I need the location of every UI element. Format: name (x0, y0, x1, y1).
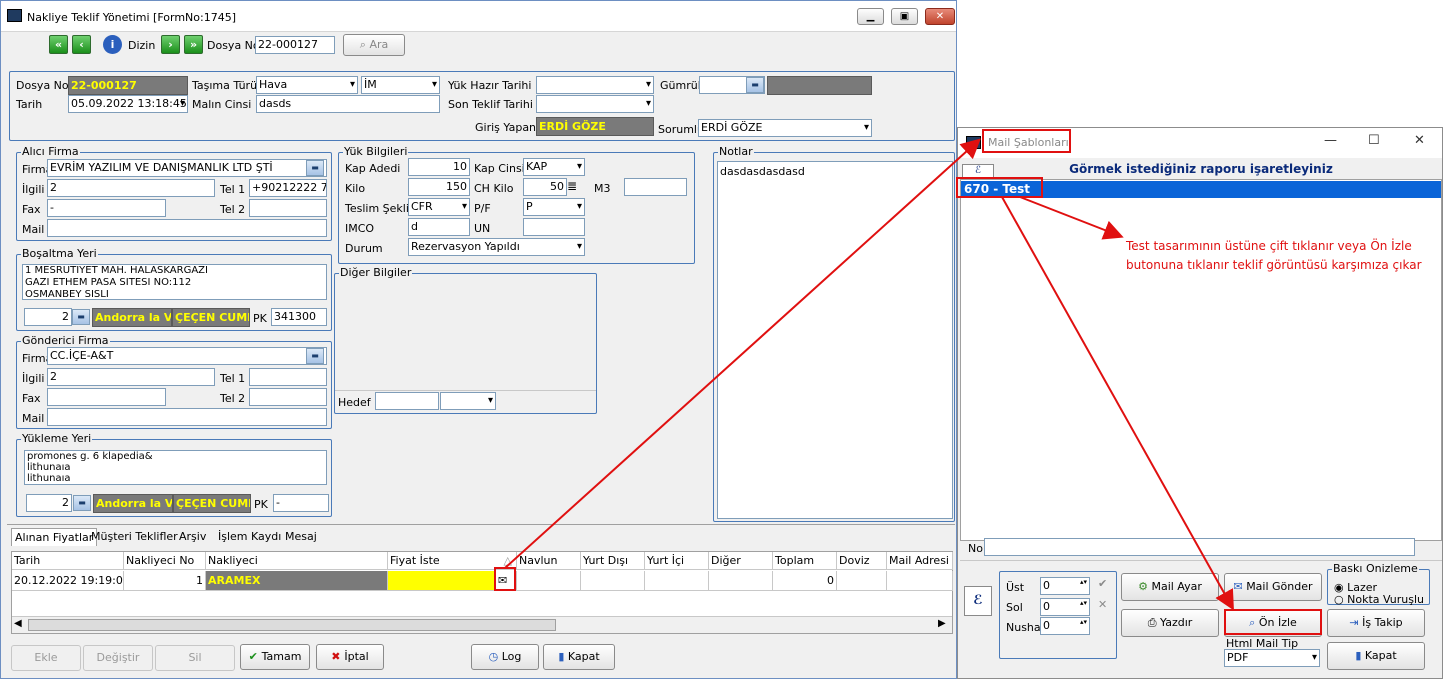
annotation-line-2: butonuna tıklanır teklif görüntüsü karşı… (1126, 258, 1422, 272)
arrow-item-to-note (1019, 196, 1124, 240)
annotation-arrows (504, 138, 1234, 611)
arrow-envelope-to-window (504, 138, 981, 569)
annotation-line-1: Test tasarımının üstüne çift tıklanır ve… (1126, 239, 1412, 253)
